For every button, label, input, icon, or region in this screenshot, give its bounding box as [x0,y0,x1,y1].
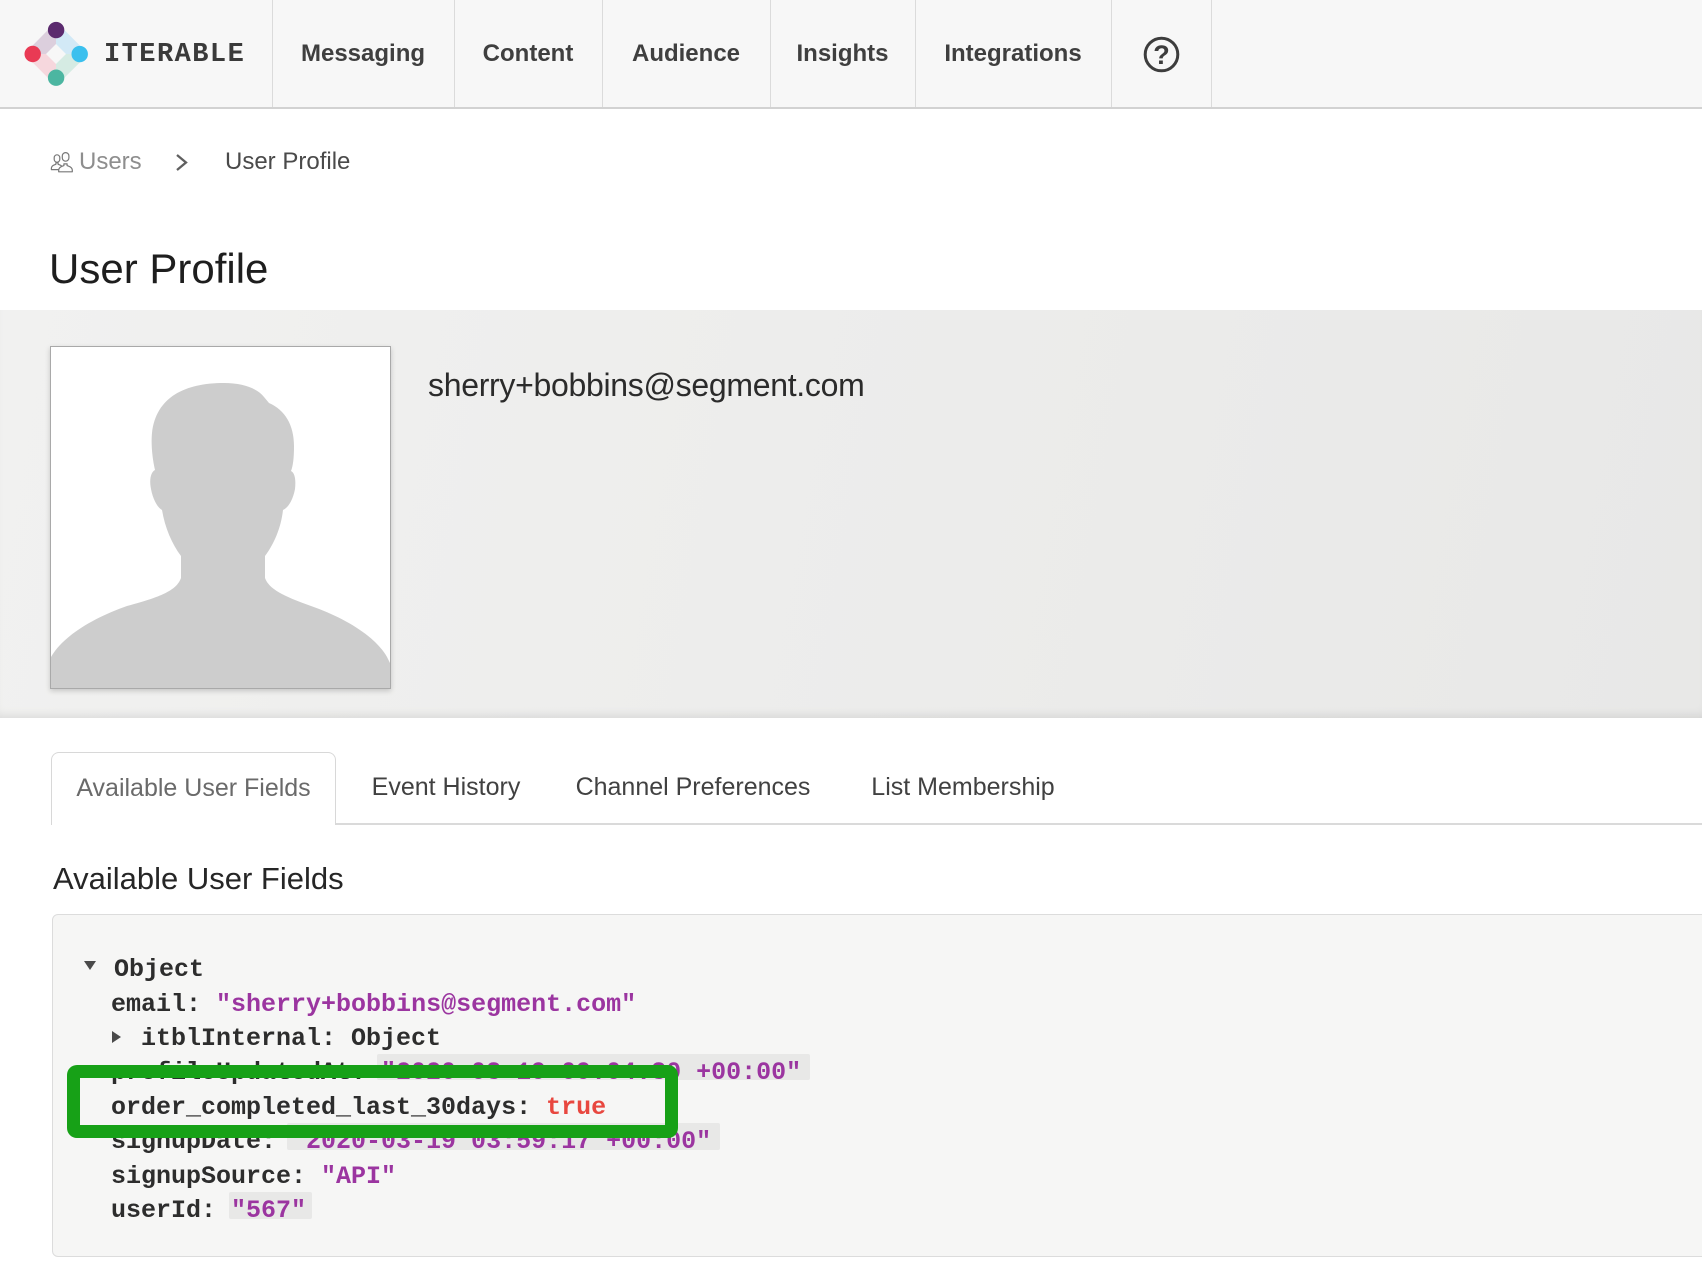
svg-text:?: ? [1153,40,1170,70]
